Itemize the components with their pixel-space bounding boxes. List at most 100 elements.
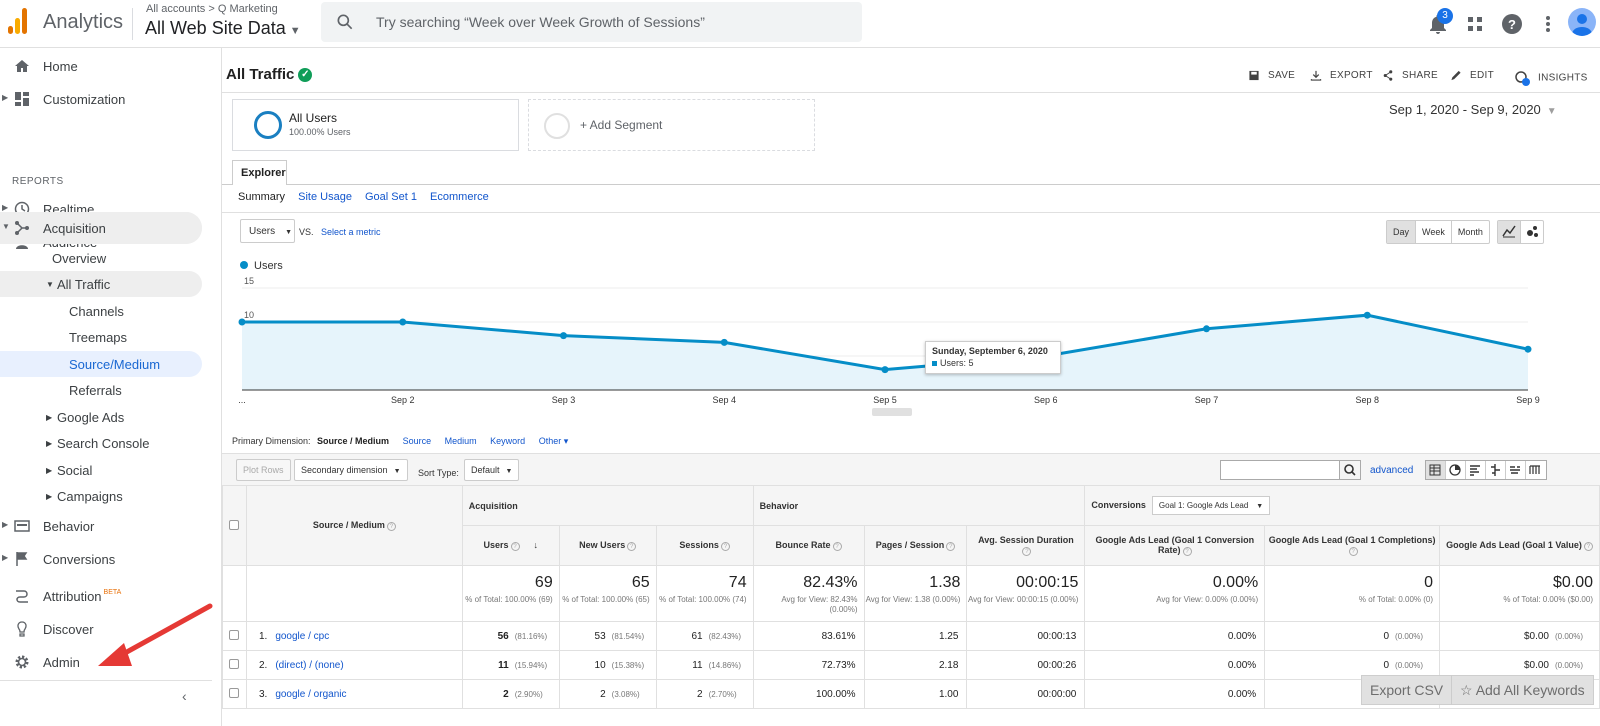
cell-pct: (82.43%) [708,631,742,641]
row-checkbox[interactable] [229,658,240,669]
export-csv-button[interactable]: Export CSV [1361,675,1453,705]
dimension-source[interactable]: Source [403,436,432,446]
plot-rows-button[interactable]: Plot Rows [236,459,291,481]
select-all-checkbox[interactable] [229,519,240,530]
sidebar-item-acquisition-row[interactable]: ▼ Acquisition [0,212,202,244]
export-button[interactable]: EXPORT [1310,70,1373,81]
help-icon: ? [1583,541,1593,551]
apps-grid-icon[interactable] [1463,12,1487,36]
dimension-source-medium[interactable]: Source / Medium [317,436,389,446]
divider [222,92,1600,93]
sidebar-item-all-traffic[interactable]: ▼ All Traffic [0,271,202,297]
row-checkbox[interactable] [229,629,240,640]
subtab-goal-set-1[interactable]: Goal Set 1 [365,191,417,203]
sidebar-item-admin[interactable]: Admin [0,646,202,678]
motion-chart-button[interactable] [1521,221,1543,243]
sidebar-item-channels[interactable]: Channels [0,298,202,324]
term-cloud-view-icon[interactable] [1506,461,1526,479]
source-link[interactable]: (direct) / (none) [275,660,343,671]
select-metric-link[interactable]: Select a metric [321,227,381,237]
sidebar-item-overview[interactable]: Overview [0,245,202,271]
avatar[interactable] [1568,8,1596,36]
sidebar-item-label: Discover [43,622,94,637]
property-selector[interactable]: All Web Site Data ▼ [145,18,301,39]
sidebar-item-referrals[interactable]: Referrals [0,377,202,403]
col-avg-session-duration[interactable]: Avg. Session Duration? [966,525,1086,566]
sidebar: Home ▶ Customization REPORTS ▶ Realtime … [0,48,222,726]
source-link[interactable]: google / organic [275,689,346,700]
edit-button[interactable]: EDIT [1450,70,1494,81]
advanced-filter-link[interactable]: advanced [1370,465,1413,476]
dimension-other[interactable]: Other ▾ [539,436,569,446]
date-range-picker[interactable]: Sep 1, 2020 - Sep 9, 2020 ▼ [1389,102,1557,117]
data-point [238,318,246,326]
table-filter-input[interactable] [1220,460,1340,480]
day-button[interactable]: Day [1387,221,1417,243]
subtab-summary[interactable]: Summary [238,191,285,203]
help-icon[interactable]: ? [1500,12,1524,36]
month-button[interactable]: Month [1452,221,1489,243]
cell-value: 2 [503,688,509,700]
add-all-keywords-button[interactable]: ☆ Add All Keywords [1451,675,1594,705]
sidebar-item-conversions[interactable]: ▶ Conversions [0,543,202,575]
metric-dropdown[interactable]: Users ▼ [240,219,295,243]
col-users[interactable]: Users? ↓ [461,525,560,566]
attribution-icon [16,590,28,603]
sidebar-item-search-console[interactable]: ▶ Search Console [0,430,202,456]
cell-pct: (81.16%) [514,631,548,641]
dimension-keyword[interactable]: Keyword [490,436,525,446]
goal-select[interactable]: Goal 1: Google Ads Lead ▼ [1151,496,1271,515]
cell-value: 11 [498,659,509,671]
comparison-view-icon[interactable] [1486,461,1506,479]
share-icon [1383,70,1393,81]
share-button[interactable]: SHARE [1382,70,1438,81]
line-chart-button[interactable] [1498,221,1521,243]
sidebar-item-customization[interactable]: ▶ Customization [0,83,202,115]
sidebar-item-social[interactable]: ▶ Social [0,457,202,483]
col-sessions[interactable]: Sessions? [655,525,754,566]
sort-type-dropdown[interactable]: Default ▼ [464,459,520,481]
beta-badge: BETA [103,589,122,596]
chart-tooltip: Sunday, September 6, 2020 Users: 5 [925,341,1061,374]
subtab-ecommerce[interactable]: Ecommerce [430,191,489,203]
row-checkbox[interactable] [229,687,240,698]
pie-view-icon[interactable] [1446,461,1466,479]
pivot-view-icon[interactable] [1526,461,1546,479]
sidebar-item-behavior[interactable]: ▶ Behavior [0,510,202,542]
segment-all-users[interactable]: All Users 100.00% Users [232,99,519,151]
sidebar-item-campaigns[interactable]: ▶ Campaigns [0,483,202,509]
analytics-logo-icon[interactable] [8,8,28,34]
table-search-button[interactable] [1339,460,1361,480]
sidebar-item-discover[interactable]: Discover [0,613,202,645]
sidebar-item-home[interactable]: Home [0,50,202,82]
search-box[interactable]: Try searching “Week over Week Growth of … [321,2,862,42]
col-pages-session[interactable]: Pages / Session? [863,525,968,566]
vs-label: VS. [299,227,314,237]
dimension-header[interactable]: Source / Medium? [245,485,463,566]
col-label: Google Ads Lead (Goal 1 Conversion Rate) [1095,535,1255,556]
data-table-view-icon[interactable] [1426,461,1446,479]
account-breadcrumb[interactable]: All accounts > Q Marketing [146,3,278,15]
sidebar-item-attribution[interactable]: Attribution BETA [0,580,202,612]
col-goal-completions[interactable]: Google Ads Lead (Goal 1 Completions)? [1264,525,1441,566]
tab-explorer[interactable]: Explorer [232,160,287,185]
save-button[interactable]: SAVE [1248,70,1295,81]
sidebar-item-google-ads[interactable]: ▶ Google Ads [0,404,202,430]
col-new-users[interactable]: New Users? [558,525,657,566]
sidebar-item-source-medium[interactable]: Source/Medium [0,351,202,377]
col-bounce-rate[interactable]: Bounce Rate? [752,525,865,566]
add-segment-button[interactable]: + Add Segment [528,99,815,151]
cell-bounce: 83.61% [752,621,865,651]
col-goal-value[interactable]: Google Ads Lead (Goal 1 Value)? [1439,525,1600,566]
week-button[interactable]: Week [1416,221,1452,243]
subtab-site-usage[interactable]: Site Usage [298,191,352,203]
performance-view-icon[interactable] [1466,461,1486,479]
source-link[interactable]: google / cpc [275,631,329,642]
secondary-dimension-dropdown[interactable]: Secondary dimension ▼ [294,459,408,481]
collapse-sidebar-icon[interactable]: ‹ [182,688,187,704]
more-vert-icon[interactable] [1536,12,1560,36]
dimension-medium[interactable]: Medium [445,436,477,446]
insights-button[interactable]: INSIGHTS [1514,70,1588,86]
sidebar-item-treemaps[interactable]: Treemaps [0,324,202,350]
col-goal-conversion-rate[interactable]: Google Ads Lead (Goal 1 Conversion Rate)… [1084,525,1266,566]
